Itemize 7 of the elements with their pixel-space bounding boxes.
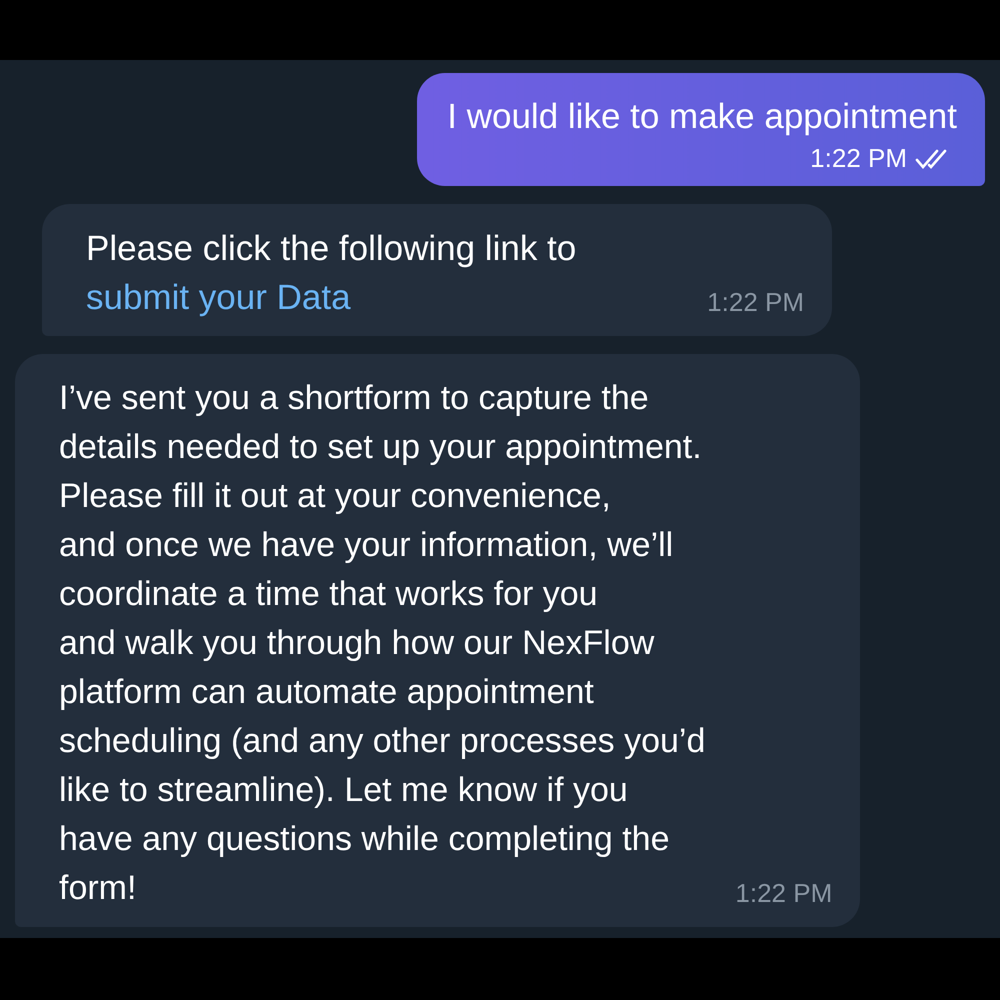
message-time: 1:22 PM xyxy=(735,877,832,910)
message-time: 1:22 PM xyxy=(810,142,907,175)
message-time: 1:22 PM xyxy=(707,286,804,319)
message-text: I would like to make appointment xyxy=(447,96,957,138)
message-text: Please click the following link to submit your Data xyxy=(86,228,578,319)
submit-link[interactable]: submit your Data xyxy=(86,278,351,317)
message-text: I’ve sent you a shortform to capture the details needed to set up your appointment. Please fill it out at your convenience, and once we have your information, we’ll coordinate a time that works for you and walk you through how our NexFlow platform can automate appointment scheduling (and any other processes you’d like to streamline). Let me know if you have any questions while completing the form! xyxy=(59,378,706,909)
